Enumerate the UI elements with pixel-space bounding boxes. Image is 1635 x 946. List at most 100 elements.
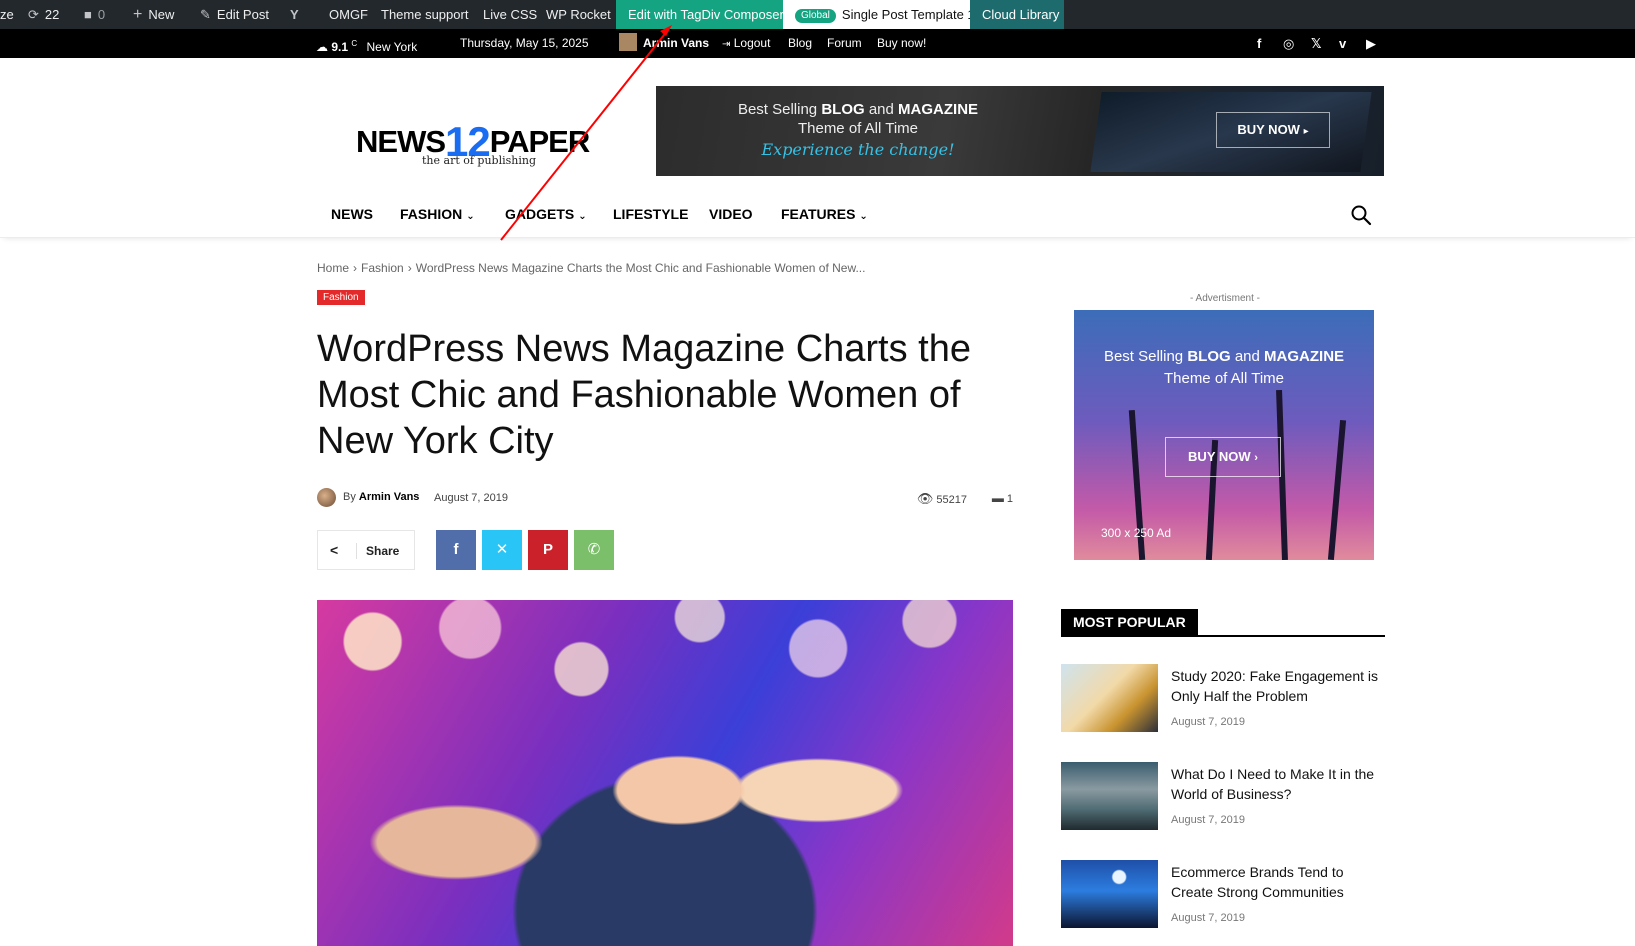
comments-icon: ▬ <box>991 491 1004 505</box>
nav-label: LIFESTYLE <box>613 206 689 222</box>
ad-text-blog: BLOG <box>1187 348 1231 365</box>
views-count: 55217 <box>936 494 967 506</box>
logout-link[interactable]: ⇥ Logout <box>722 29 770 58</box>
featured-image <box>317 600 1013 946</box>
author-link[interactable]: Armin Vans <box>359 491 420 503</box>
chevron-down-icon: ⌄ <box>578 211 587 222</box>
share-whatsapp-button[interactable]: ✆ <box>574 530 614 570</box>
cloud-library-button[interactable]: Cloud Library <box>970 0 1064 29</box>
omgf-link[interactable]: OMGF <box>329 0 368 29</box>
chevron-down-icon: ⌄ <box>859 211 868 222</box>
popular-post-thumbnail[interactable] <box>1061 762 1158 830</box>
edit-post-link[interactable]: ✎ Edit Post <box>200 0 269 29</box>
post-meta: By Armin Vans August 7, 2019 👁 55217 ▬ 1 <box>317 488 1013 508</box>
yoast-icon[interactable]: Y <box>290 0 299 29</box>
sidebar-ad-banner[interactable]: Best Selling BLOG and MAGAZINE Theme of … <box>1074 310 1374 560</box>
template-label: Single Post Template 1 <box>841 7 975 22</box>
facebook-icon[interactable]: f <box>1257 29 1261 58</box>
weather-widget: ☁ 9.1 C New York <box>316 29 417 58</box>
nav-item-gadgets[interactable]: GADGETS ⌄ <box>505 198 587 230</box>
weather-unit[interactable]: C <box>351 39 357 48</box>
updates-link[interactable]: ⟳ 22 <box>28 0 59 29</box>
top-bar: ☁ 9.1 C New York Thursday, May 15, 2025 … <box>0 29 1635 58</box>
share-divider <box>356 543 357 559</box>
customize-link[interactable]: ze <box>0 0 14 29</box>
author-avatar[interactable] <box>317 488 336 507</box>
top-menu-buy-now[interactable]: Buy now! <box>877 29 926 58</box>
breadcrumb-separator: › <box>407 261 412 275</box>
ad-subline: Theme of All Time <box>1163 370 1285 387</box>
sidebar-button-label: BUY NOW <box>1188 449 1251 464</box>
popular-post-date: August 7, 2019 <box>1171 912 1246 924</box>
ad-size-label: 300 x 250 Ad <box>1101 526 1172 540</box>
popular-post-title[interactable]: Study 2020: Fake Engagement is Only Half… <box>1171 666 1385 706</box>
user-account-link[interactable]: Armin Vans <box>619 29 709 58</box>
banner-text-a: Best Selling <box>737 101 818 118</box>
chevron-right-icon: ▸ <box>1303 126 1309 137</box>
new-content-link[interactable]: + New <box>133 0 174 29</box>
refresh-icon: ⟳ <box>28 7 39 22</box>
breadcrumb-category[interactable]: Fashion <box>361 261 404 275</box>
ad-text-magazine: MAGAZINE <box>1264 348 1345 365</box>
comments-link[interactable]: ■ 0 <box>84 0 105 29</box>
logout-label: Logout <box>733 36 771 50</box>
x-icon[interactable]: 𝕏 <box>1311 29 1321 58</box>
popular-post-item[interactable]: Ecommerce Brands Tend to Create Strong C… <box>1061 860 1385 928</box>
youtube-icon[interactable]: ▶ <box>1366 29 1376 58</box>
breadcrumb-current: WordPress News Magazine Charts the Most … <box>415 261 866 275</box>
popular-post-item[interactable]: Study 2020: Fake Engagement is Only Half… <box>1061 664 1385 732</box>
plus-icon: + <box>133 6 143 23</box>
vimeo-icon[interactable]: v <box>1339 29 1346 58</box>
top-menu-blog[interactable]: Blog <box>788 29 812 58</box>
top-date: Thursday, May 15, 2025 <box>460 36 589 50</box>
edit-with-tagdiv-button[interactable]: Edit with TagDiv Composer <box>616 0 784 29</box>
nav-item-news[interactable]: NEWS <box>331 198 373 230</box>
popular-post-item[interactable]: What Do I Need to Make It in the World o… <box>1061 762 1385 830</box>
chevron-right-icon: › <box>1254 452 1258 464</box>
nav-item-video[interactable]: VIDEO <box>709 198 753 230</box>
share-pinterest-button[interactable]: P <box>528 530 568 570</box>
logout-icon: ⇥ <box>722 39 731 50</box>
search-icon[interactable] <box>1350 204 1372 226</box>
theme-support-link[interactable]: Theme support <box>381 0 468 29</box>
facebook-icon: f <box>453 541 459 558</box>
live-css-link[interactable]: Live CSS <box>483 0 537 29</box>
share-facebook-button[interactable]: f <box>436 530 476 570</box>
nav-label: VIDEO <box>709 206 753 222</box>
banner-text-magazine: MAGAZINE <box>898 101 979 118</box>
nav-item-fashion[interactable]: FASHION ⌄ <box>400 198 475 230</box>
category-badge[interactable]: Fashion <box>317 290 365 305</box>
user-name: Armin Vans <box>643 36 710 50</box>
comments-count: 0 <box>97 7 106 22</box>
share-x-button[interactable]: ✕ <box>482 530 522 570</box>
banner-text-and: and <box>868 101 894 118</box>
wp-rocket-link[interactable]: WP Rocket <box>546 0 611 29</box>
sidebar-buy-now-button[interactable]: BUY NOW › <box>1165 437 1281 477</box>
popular-post-date: August 7, 2019 <box>1171 716 1246 728</box>
banner-tagline: Experience the change! <box>761 140 955 159</box>
logo-tagline: the art of publishing <box>422 154 537 167</box>
eye-icon: 👁 <box>916 491 934 506</box>
nav-item-features[interactable]: FEATURES ⌄ <box>781 198 868 230</box>
share-label-box: < Share <box>317 530 415 570</box>
popular-post-thumbnail[interactable] <box>1061 664 1158 732</box>
site-logo[interactable]: NEWS12PAPER the art of publishing <box>356 108 606 170</box>
post-title: WordPress News Magazine Charts the Most … <box>317 328 971 462</box>
breadcrumb-home[interactable]: Home <box>317 261 349 275</box>
top-menu-forum[interactable]: Forum <box>827 29 862 58</box>
popular-post-thumbnail[interactable] <box>1061 860 1158 928</box>
banner-buy-now-button[interactable]: BUY NOW ▸ <box>1216 112 1330 148</box>
nav-item-lifestyle[interactable]: LIFESTYLE <box>613 198 688 230</box>
post-comments[interactable]: ▬ 1 <box>992 491 1013 505</box>
header-ad-banner[interactable]: Best Selling BLOG and MAGAZINE Theme of … <box>656 86 1384 176</box>
main-navigation: NEWS FASHION ⌄ GADGETS ⌄ LIFESTYLE VIDEO F… <box>0 198 1635 238</box>
popular-post-title[interactable]: Ecommerce Brands Tend to Create Strong C… <box>1171 862 1385 902</box>
share-icon: < <box>330 542 339 558</box>
pinterest-icon: P <box>542 541 553 558</box>
instagram-icon[interactable]: ◎ <box>1283 29 1294 58</box>
popular-post-title[interactable]: What Do I Need to Make It in the World o… <box>1171 764 1385 804</box>
banner-button-label: BUY NOW <box>1237 122 1300 137</box>
banner-headline: Best Selling BLOG and MAGAZINE Theme of … <box>728 100 988 138</box>
edit-post-label: Edit Post <box>216 7 269 22</box>
single-post-template-link[interactable]: Global Single Post Template 1 <box>783 0 975 29</box>
